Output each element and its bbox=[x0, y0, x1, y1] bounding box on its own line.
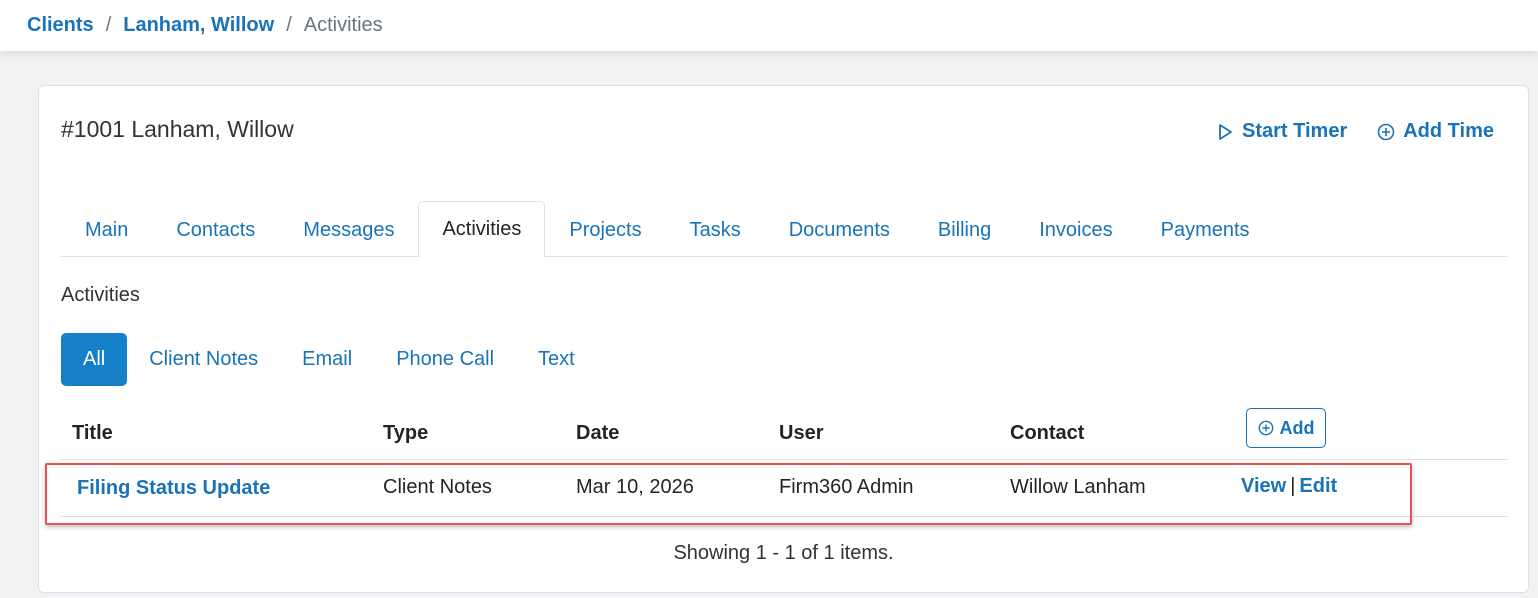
activity-date: Mar 10, 2026 bbox=[576, 476, 694, 498]
section-title: Activities bbox=[61, 284, 140, 306]
row-action-separator: | bbox=[1290, 475, 1296, 497]
breadcrumb: Clients / Lanham, Willow / Activities bbox=[0, 0, 1538, 51]
column-header-date[interactable]: Date bbox=[576, 422, 619, 445]
plus-circle-icon bbox=[1377, 123, 1395, 140]
breadcrumb-separator: / bbox=[105, 14, 112, 36]
column-header-title[interactable]: Title bbox=[72, 422, 113, 445]
tab-contacts[interactable]: Contacts bbox=[152, 202, 279, 257]
edit-link[interactable]: Edit bbox=[1299, 475, 1337, 497]
activity-filters: All Client Notes Email Phone Call Text bbox=[61, 333, 597, 386]
play-icon bbox=[1219, 123, 1232, 140]
activity-user: Firm360 Admin bbox=[779, 476, 914, 498]
breadcrumb-current: Activities bbox=[303, 14, 383, 36]
tab-messages[interactable]: Messages bbox=[279, 202, 418, 257]
tab-activities[interactable]: Activities bbox=[418, 201, 546, 257]
add-time-label: Add Time bbox=[1403, 120, 1494, 142]
activity-type: Client Notes bbox=[383, 476, 492, 498]
activity-title-link[interactable]: Filing Status Update bbox=[77, 477, 270, 500]
tab-billing[interactable]: Billing bbox=[914, 202, 1015, 257]
column-header-contact[interactable]: Contact bbox=[1010, 422, 1084, 445]
tab-projects[interactable]: Projects bbox=[545, 202, 665, 257]
add-activity-label: Add bbox=[1279, 417, 1315, 438]
breadcrumb-link-clients[interactable]: Clients bbox=[27, 14, 94, 37]
filter-email[interactable]: Email bbox=[280, 333, 374, 386]
tab-documents[interactable]: Documents bbox=[765, 202, 914, 257]
tab-invoices[interactable]: Invoices bbox=[1015, 202, 1136, 257]
filter-phone-call[interactable]: Phone Call bbox=[374, 333, 516, 386]
column-header-user[interactable]: User bbox=[779, 422, 823, 445]
page-title: #1001 Lanham, Willow bbox=[61, 116, 294, 142]
filter-all[interactable]: All bbox=[61, 333, 128, 386]
table-header: Title Type Date User Contact Add bbox=[61, 406, 1507, 460]
tab-payments[interactable]: Payments bbox=[1137, 202, 1274, 257]
breadcrumb-link-client[interactable]: Lanham, Willow bbox=[123, 14, 274, 37]
client-tabs: Main Contacts Messages Activities Projec… bbox=[61, 201, 1507, 257]
filter-client-notes[interactable]: Client Notes bbox=[127, 333, 280, 386]
table-row: Filing Status Update Client Notes Mar 10… bbox=[61, 461, 1507, 517]
breadcrumb-separator: / bbox=[286, 14, 292, 36]
view-link[interactable]: View bbox=[1241, 475, 1286, 497]
tab-tasks[interactable]: Tasks bbox=[666, 202, 765, 257]
header-actions: Start Timer Add Time bbox=[1216, 120, 1494, 143]
tab-main[interactable]: Main bbox=[61, 202, 152, 257]
filter-text[interactable]: Text bbox=[516, 333, 597, 386]
add-activity-button[interactable]: Add bbox=[1246, 408, 1326, 448]
activity-contact: Willow Lanham bbox=[1010, 476, 1146, 498]
start-timer-button[interactable]: Start Timer bbox=[1216, 120, 1347, 143]
add-time-button[interactable]: Add Time bbox=[1377, 120, 1494, 143]
start-timer-label: Start Timer bbox=[1242, 120, 1348, 142]
column-header-type[interactable]: Type bbox=[383, 422, 428, 445]
client-card: #1001 Lanham, Willow Start Timer Add Tim… bbox=[38, 85, 1529, 593]
row-actions: View | Edit bbox=[1241, 475, 1337, 498]
plus-circle-icon bbox=[1258, 420, 1273, 436]
pagination-summary: Showing 1 - 1 of 1 items. bbox=[673, 542, 894, 564]
